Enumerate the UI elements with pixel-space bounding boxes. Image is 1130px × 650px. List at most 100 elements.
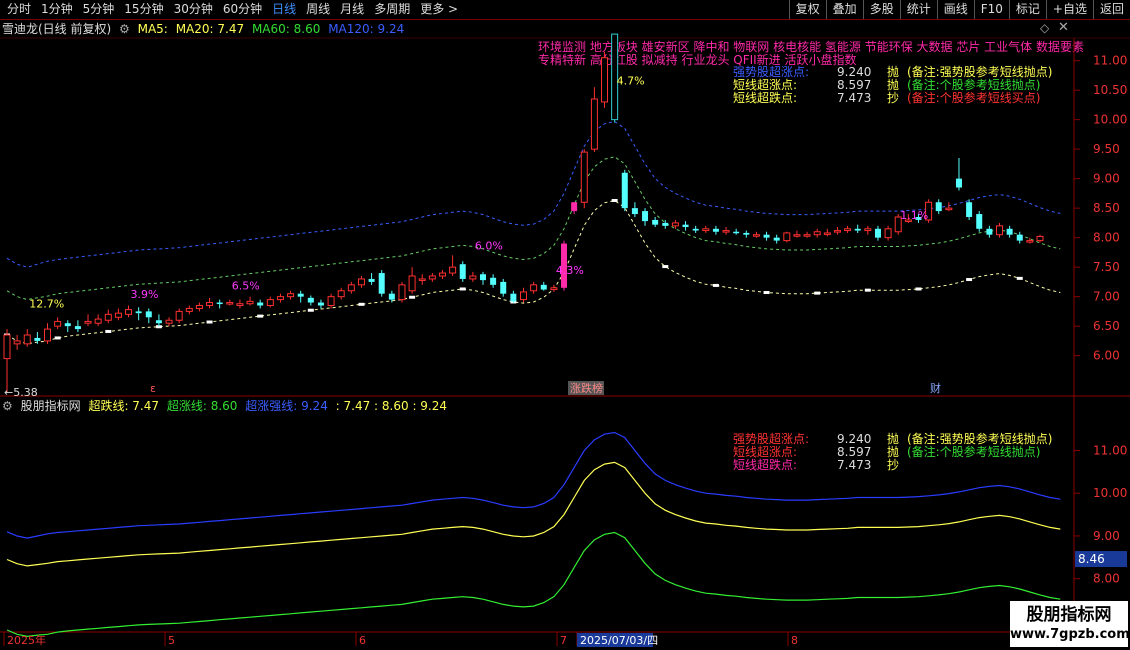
candle-body: [874, 228, 881, 238]
candle-body: [520, 291, 527, 301]
candle-body: [793, 234, 801, 237]
main-up-line: [6, 156, 1061, 301]
candle-body: [408, 275, 416, 292]
sub-tick-label: 9.00: [1093, 529, 1120, 543]
candle-body: [398, 284, 406, 301]
candle-body: [854, 228, 861, 231]
candle-body: [469, 275, 477, 280]
candle-body: [864, 228, 872, 232]
candle-body: [438, 272, 446, 277]
candle-body: [378, 273, 385, 294]
main-strong-line: [6, 120, 1061, 268]
candle-body: [1016, 234, 1023, 241]
pct-label: 6.5%: [232, 280, 260, 293]
price-tick-label: 6.00: [1093, 349, 1120, 363]
candle-body: [550, 287, 558, 291]
price-tick-label: 11.00: [1093, 54, 1127, 68]
candle-body: [54, 320, 62, 327]
candle-body: [813, 231, 821, 236]
support-dot: [814, 291, 821, 295]
candle-body: [34, 337, 41, 341]
support-dot: [763, 291, 770, 295]
candle-body: [94, 318, 102, 324]
candle-body: [763, 234, 770, 238]
price-tick-label: 7.50: [1093, 260, 1120, 274]
price-tick-label: 10.00: [1093, 113, 1127, 127]
sub-up-line: [6, 461, 1061, 567]
candle-body: [428, 275, 436, 280]
candle-body: [571, 202, 578, 212]
candle-body: [844, 228, 852, 232]
sub-tick-label: 10.00: [1093, 486, 1127, 500]
candle-body: [287, 293, 295, 298]
date-label: 2025年: [7, 633, 46, 647]
candle-body: [297, 293, 304, 297]
watermark-title: 股朋指标网: [1026, 605, 1112, 625]
candle-body: [671, 222, 679, 227]
support-dot: [409, 295, 416, 299]
candle-body: [175, 310, 183, 321]
candle-body: [337, 290, 345, 298]
candle-body: [317, 302, 324, 306]
support-dot: [257, 314, 264, 318]
candle-body: [276, 296, 284, 301]
candle-body: [752, 234, 760, 237]
candle-body: [368, 278, 375, 282]
sub-down-line: [6, 531, 1061, 638]
support-dot: [966, 278, 973, 282]
candle-body: [621, 172, 628, 209]
candle-body: [995, 225, 1003, 236]
current-value-label: 8.46: [1078, 552, 1105, 566]
price-tick-label: 9.50: [1093, 142, 1120, 156]
pct-label: 12.7%: [29, 297, 64, 310]
candle-body: [449, 266, 457, 274]
pct-label: 4.3%: [556, 264, 584, 277]
candle-body: [692, 228, 699, 231]
candle-body: [125, 309, 133, 315]
candle-body: [712, 228, 719, 232]
candle-body: [145, 311, 152, 318]
support-dot: [712, 283, 719, 287]
candle-body: [459, 264, 466, 279]
candle-body: [955, 178, 962, 188]
price-tick-label: 8.50: [1093, 201, 1120, 215]
pct-label: 6.0%: [475, 239, 503, 252]
candle-body: [3, 334, 11, 360]
candle-body: [743, 232, 750, 235]
date-label: 8: [791, 634, 798, 647]
support-dot: [915, 287, 922, 291]
candle-body: [490, 277, 497, 285]
support-dot: [54, 336, 61, 340]
candle-body: [185, 307, 193, 312]
candle-body: [652, 219, 659, 225]
candle-body: [64, 323, 71, 327]
candle-body: [966, 202, 973, 217]
candle-body: [23, 334, 31, 345]
support-dot: [864, 288, 871, 292]
event-tag: ε: [150, 382, 156, 395]
candle-body: [986, 228, 993, 235]
event-tag: 涨跌榜: [570, 381, 603, 395]
kline-chart[interactable]: 11.00 10.50 10.00 9.50 9.00 8.50 8.00 7.50 7.00 6…: [0, 0, 1130, 650]
candle-body: [540, 284, 547, 290]
candle-body: [266, 299, 274, 307]
candle-body: [74, 326, 81, 330]
candle-body: [155, 320, 162, 324]
support-dot: [611, 198, 618, 202]
candle-body: [216, 302, 223, 305]
candle-body: [307, 297, 314, 303]
candle-body: [114, 312, 122, 318]
candle-body: [935, 202, 942, 212]
candle-body: [479, 274, 486, 281]
candle-body: [833, 230, 841, 233]
candle-body: [44, 328, 52, 342]
candle-body: [13, 340, 21, 345]
candle-body: [702, 228, 710, 232]
price-tick-label: 6.50: [1093, 319, 1120, 333]
candle-body: [257, 302, 264, 306]
main-down-line: [6, 199, 1061, 345]
candle-body: [631, 208, 638, 215]
support-dot: [206, 320, 213, 324]
support-dot: [662, 265, 669, 269]
sub-tick-label: 11.00: [1093, 443, 1127, 457]
